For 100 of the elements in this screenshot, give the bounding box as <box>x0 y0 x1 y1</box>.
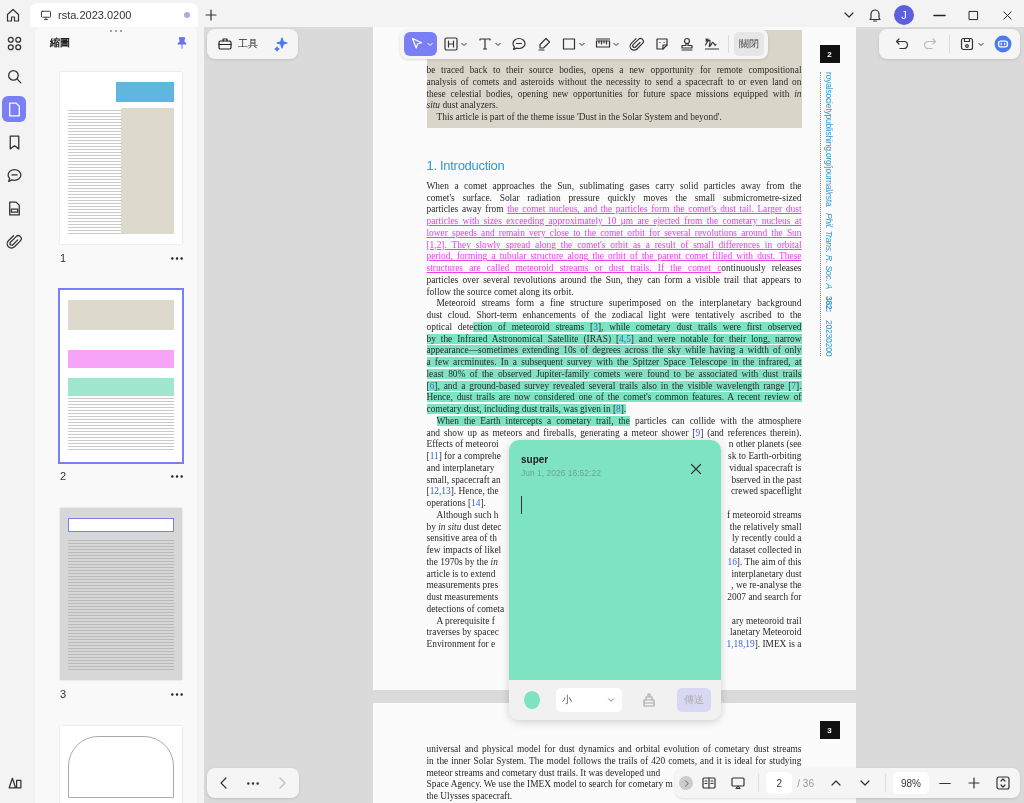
zoom-input[interactable]: 98% <box>893 772 929 794</box>
home-icon <box>5 7 21 23</box>
font-size-dropdown[interactable]: 小 <box>556 688 622 712</box>
highlighted-text[interactable]: cometary dust, including dust trails, was given in [ <box>426 404 617 414</box>
text-line: lower speeds and remain very close to the comet orbit for several revolutions around the Sun <box>426 227 802 240</box>
more-button[interactable] <box>171 692 183 696</box>
paperclip-icon <box>629 36 645 52</box>
text-fragment: interplanetary dust <box>731 568 802 581</box>
highlighted-text[interactable]: ]. <box>796 380 802 391</box>
highlighted-text[interactable]: ]. <box>620 404 627 414</box>
text-line: comet's surface. Solar radiation pressure quickly moves the small submicrometre-sized <box>426 192 802 204</box>
expand-button[interactable] <box>679 776 694 790</box>
page-thumbnail[interactable] <box>60 290 182 462</box>
toolbox-icon <box>217 36 233 52</box>
sticker-icon <box>654 36 670 52</box>
panel-title: 縮圖 <box>50 36 70 50</box>
page-thumbnail[interactable] <box>60 508 182 680</box>
text-fragment: article is to extend <box>426 568 496 581</box>
caret-icon <box>494 40 502 48</box>
stamp-icon <box>679 36 695 52</box>
highlighted-text[interactable]: least 80% of the observed Jupiter-family comets were found to be associated with dust trails <box>426 368 802 379</box>
text-line: operations [14]. <box>426 498 486 510</box>
text-line: [1,2]. They slowly spread along the comet's orbit as a result of small differences in orbital <box>426 239 802 251</box>
highlighted-text[interactable]: ], while cometary dust trails were first observed <box>597 321 802 332</box>
close-toolbar-button[interactable]: 關閉 <box>734 32 764 56</box>
user-avatar[interactable]: J <box>894 5 914 25</box>
more-button[interactable] <box>171 474 183 478</box>
text-fragment: f meteoroid streams <box>727 509 802 522</box>
highlighted-text[interactable]: ], and a ground-based survey revealed several trails also in the visible wavelength range [ <box>434 380 792 391</box>
text-fragment: traverses by spacec <box>426 627 499 639</box>
text-fragment: small, spacecraft an <box>426 474 501 487</box>
citation-link[interactable]: 12,13 <box>429 486 451 497</box>
text-line: Meteoroid streams form a fine structure superimposed on the interplanetary background <box>435 298 802 310</box>
citation-link[interactable]: 7 <box>791 380 797 391</box>
text-fragment: by in situ dust detec <box>426 521 502 533</box>
pin-button[interactable] <box>175 36 189 50</box>
save-icon <box>959 36 975 52</box>
text-line: When a comet approaches the Sun, sublimating gases carry solid particles away from the <box>426 180 802 193</box>
text-fragment: sensitive area of th <box>426 533 498 545</box>
page-thumbnail[interactable] <box>60 72 182 244</box>
text-fragment: sk to Earth-orbiting <box>728 451 802 463</box>
text-line: in the inner Solar System. The model follows the trails of 420 comets, and it is ideal for studying <box>426 755 802 768</box>
citation-link[interactable]: 3 <box>593 321 598 332</box>
more-button[interactable] <box>171 256 183 260</box>
page-number: 2 <box>60 470 67 482</box>
text-fragment: , we re-analyse the <box>731 580 802 592</box>
highlighted-text[interactable]: ction of meteoroid streams [ <box>473 321 594 332</box>
cursor-icon <box>409 36 425 52</box>
caret-icon <box>426 40 434 48</box>
robot-icon <box>994 35 1012 53</box>
drag-handle-icon[interactable] <box>109 29 123 33</box>
article-number: 20230200 <box>823 319 834 356</box>
text-fragment: 1,18,19]. IMEX is a <box>726 639 802 651</box>
tab-title: rsta.2023.0200 <box>58 9 133 21</box>
text-fragment: the relatively small <box>729 521 802 534</box>
text-fragment: 2007 and search for <box>727 592 802 604</box>
text-fragment: [11] for a comprehe <box>426 451 501 463</box>
page-input[interactable]: 2 <box>766 772 793 794</box>
sparkle-icon <box>273 36 289 52</box>
text-fragment: bserved in the past <box>731 474 802 486</box>
citation-link[interactable]: 16 <box>727 556 737 567</box>
text-fragment: 16]. The aim of this <box>727 556 802 569</box>
citation-link[interactable]: 4,5 <box>619 333 631 344</box>
document-tab[interactable]: rsta.2023.0200 <box>30 3 198 27</box>
pin-icon <box>175 36 189 50</box>
more-icon <box>171 474 183 478</box>
text-line: structures are called meteoroid streams or dust trails. If the comet continuously releases <box>426 263 802 275</box>
highlighted-text[interactable]: appearance—sometimes extending 10s of degrees across the sky while having a width of only <box>426 345 802 356</box>
highlighted-text[interactable]: by the Infrared Astronomical Satellite (IRAS) [ <box>426 333 620 344</box>
highlighted-text[interactable]: a few arcminutes. In a subsequent survey with the Spitzer Space Telescope in the infrared, at <box>426 357 802 367</box>
text-fragment: measurements pres <box>426 580 499 592</box>
paperclip-icon <box>5 232 23 250</box>
highlighted-text[interactable]: [ <box>426 380 430 391</box>
bell-icon <box>867 7 883 23</box>
color-swatch[interactable] <box>524 691 541 709</box>
fit-icon <box>995 775 1011 791</box>
text-line: these celestial bodies, opening new opportunities for future space missions equipped with in <box>426 88 802 101</box>
bucket-icon <box>641 692 658 708</box>
citation-link[interactable]: 11 <box>429 451 439 461</box>
text-line: be traced back to their source bodies, opens a new opportunity for remote compositional <box>426 65 802 77</box>
text-line: period, forming a tubular structure along the orbit of the parent comet filled with dust. These <box>426 251 802 263</box>
text-line: analysis of comets and asteroids without the necessity to send a spacecraft to or even land on <box>426 76 802 89</box>
text-line: situ dust analyzers. <box>426 100 499 112</box>
text-line: meteor streams and cometary dust trails. It was developed und <box>426 767 661 779</box>
text-fragment: A prerequisite f <box>436 615 495 628</box>
citation-link[interactable]: 8 <box>616 404 621 414</box>
text-line: and show up as meteors and fireballs, generating a meteor shower [9] (and references therein). <box>426 427 802 439</box>
text-icon <box>477 36 493 52</box>
highlighted-text[interactable]: ] and were notable for their long, narrow <box>630 333 802 344</box>
text-line: detections of cometa <box>426 603 505 616</box>
text-line: particles away from the comet nucleus, and the particles form the comet's dust tail. Larger dust <box>426 204 802 216</box>
citation-link[interactable]: 1,18,19 <box>726 639 755 649</box>
text-fragment: dataset collected in <box>729 545 802 557</box>
volume-number: 382: <box>823 296 834 313</box>
text-fragment: Although such h <box>436 509 499 522</box>
citation-link[interactable]: 14 <box>471 498 481 508</box>
text-line: This article is part of the theme issue 'Dust in the Solar System and beyond'. <box>435 112 722 124</box>
caret-icon <box>578 40 586 48</box>
highlighted-text[interactable]: Hence, dust trails are now considered one of the comet's common features. A recent review of <box>426 392 802 403</box>
comment-icon <box>511 36 527 52</box>
